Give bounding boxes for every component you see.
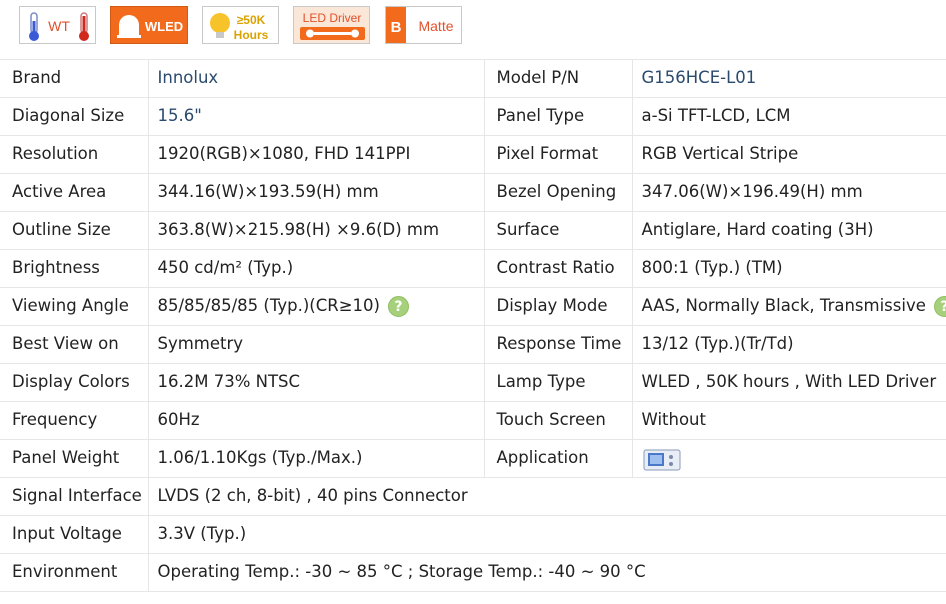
model-label: Model P/N — [484, 59, 633, 98]
best-view-label: Best View on — [0, 325, 149, 364]
outline-value: 363.8(W)×215.98(H) ×9.6(D) mm — [148, 211, 485, 250]
table-row: Best View on Symmetry Response Time 13/1… — [0, 325, 946, 364]
driver-text: LED Driver — [303, 11, 362, 25]
diagonal-label: Diagonal Size — [0, 97, 149, 136]
feature-badges: WT WLED ≥50K Hours LED Driver B Matte — [0, 0, 946, 59]
matte-letter: B — [391, 19, 402, 36]
contrast-value: 800:1 (Typ.) (TM) — [632, 249, 946, 288]
signal-interface-label: Signal Interface — [0, 477, 149, 516]
response-time-value: 13/12 (Typ.)(Tr/Td) — [632, 325, 946, 364]
table-row: Outline Size 363.8(W)×215.98(H) ×9.6(D) … — [0, 211, 946, 250]
outline-label: Outline Size — [0, 211, 149, 250]
table-row: Diagonal Size 15.6" Panel Type a-Si TFT-… — [0, 97, 946, 136]
surface-label: Surface — [484, 211, 633, 250]
viewing-angle-label: Viewing Angle — [0, 287, 149, 326]
hours-top-text: ≥50K — [237, 13, 266, 27]
active-area-label: Active Area — [0, 173, 149, 212]
active-area-value: 344.16(W)×193.59(H) mm — [148, 173, 485, 212]
light-bulb-icon: ≥50K Hours — [210, 13, 269, 42]
display-mode-value: AAS, Normally Black, Transmissive — [641, 296, 926, 315]
brand-label: Brand — [0, 59, 149, 98]
table-row: Resolution 1920(RGB)×1080, FHD 141PPI Pi… — [0, 135, 946, 174]
table-row: Environment Operating Temp.: -30 ~ 85 °C… — [0, 553, 946, 592]
brand-link[interactable]: Innolux — [158, 68, 219, 87]
environment-value: Operating Temp.: -30 ~ 85 °C ; Storage T… — [148, 553, 946, 592]
display-colors-label: Display Colors — [0, 363, 149, 402]
model-link[interactable]: G156HCE-L01 — [642, 68, 757, 87]
panel-weight-value: 1.06/1.10Kgs (Typ./Max.) — [148, 439, 485, 478]
panel-type-value: a-Si TFT-LCD, LCM — [632, 97, 946, 136]
brand-value[interactable]: Innolux — [148, 59, 485, 98]
table-row: Viewing Angle 85/85/85/85 (Typ.)(CR≥10)?… — [0, 287, 946, 326]
display-mode-label: Display Mode — [484, 287, 633, 326]
table-row: Brand Innolux Model P/N G156HCE-L01 — [0, 59, 946, 98]
input-voltage-label: Input Voltage — [0, 515, 149, 554]
lamp-type-label: Lamp Type — [484, 363, 633, 402]
wt-text: WT — [48, 18, 70, 34]
table-row: Signal Interface LVDS (2 ch, 8-bit) , 40… — [0, 477, 946, 516]
diagonal-value[interactable]: 15.6" — [148, 97, 485, 136]
hours-bottom-text: Hours — [234, 28, 269, 42]
touch-screen-value: Without — [632, 401, 946, 440]
response-time-label: Response Time — [484, 325, 633, 364]
lamp-type-value: WLED , 50K hours , With LED Driver — [632, 363, 946, 402]
panel-weight-label: Panel Weight — [0, 439, 149, 478]
thermometer-icon: WT — [29, 12, 89, 41]
wide-temperature-badge: WT — [19, 6, 96, 44]
matte-surface-badge: B Matte — [385, 6, 462, 44]
table-row: Display Colors 16.2M 73% NTSC Lamp Type … — [0, 363, 946, 402]
display-mode-help-icon[interactable]: ? — [933, 296, 946, 317]
application-cell — [632, 439, 946, 478]
pixel-format-value: RGB Vertical Stripe — [632, 135, 946, 174]
panel-type-label: Panel Type — [484, 97, 633, 136]
table-row: Panel Weight 1.06/1.10Kgs (Typ./Max.) Ap… — [0, 439, 946, 478]
viewing-angle-cell: 85/85/85/85 (Typ.)(CR≥10)? — [148, 287, 485, 326]
bezel-value: 347.06(W)×196.49(H) mm — [632, 173, 946, 212]
best-view-value: Symmetry — [148, 325, 485, 364]
model-value[interactable]: G156HCE-L01 — [632, 59, 946, 98]
driver-connector-icon: LED Driver — [300, 11, 365, 40]
matte-text: Matte — [418, 18, 453, 34]
lifetime-hours-badge: ≥50K Hours — [202, 6, 279, 44]
table-row: Active Area 344.16(W)×193.59(H) mm Bezel… — [0, 173, 946, 212]
brightness-label: Brightness — [0, 249, 149, 288]
table-row: Frequency 60Hz Touch Screen Without — [0, 401, 946, 440]
led-driver-badge: LED Driver — [293, 6, 370, 44]
wled-badge: WLED — [110, 6, 188, 44]
diagonal-link[interactable]: 15.6" — [158, 106, 202, 125]
viewing-angle-value: 85/85/85/85 (Typ.)(CR≥10) — [157, 296, 380, 315]
frequency-label: Frequency — [0, 401, 149, 440]
spec-table: Brand Innolux Model P/N G156HCE-L01 Diag… — [0, 59, 946, 592]
touch-screen-label: Touch Screen — [484, 401, 633, 440]
table-row: Brightness 450 cd/m² (Typ.) Contrast Rat… — [0, 249, 946, 288]
matte-icon: B Matte — [386, 7, 454, 43]
application-device-icon[interactable] — [642, 445, 682, 473]
input-voltage-value: 3.3V (Typ.) — [148, 515, 946, 554]
application-label: Application — [484, 439, 633, 478]
bezel-label: Bezel Opening — [484, 173, 633, 212]
environment-label: Environment — [0, 553, 149, 592]
surface-value: Antiglare, Hard coating (3H) — [632, 211, 946, 250]
table-row: Input Voltage 3.3V (Typ.) — [0, 515, 946, 554]
frequency-value: 60Hz — [148, 401, 485, 440]
pixel-format-label: Pixel Format — [484, 135, 633, 174]
resolution-label: Resolution — [0, 135, 149, 174]
wled-text: WLED — [145, 19, 183, 34]
viewing-angle-help-icon[interactable]: ? — [387, 296, 409, 317]
display-mode-cell: AAS, Normally Black, Transmissive? — [632, 287, 946, 326]
contrast-label: Contrast Ratio — [484, 249, 633, 288]
resolution-value: 1920(RGB)×1080, FHD 141PPI — [148, 135, 485, 174]
signal-interface-value: LVDS (2 ch, 8-bit) , 40 pins Connector — [148, 477, 946, 516]
led-bulb-icon: WLED — [117, 15, 183, 38]
display-colors-value: 16.2M 73% NTSC — [148, 363, 485, 402]
brightness-value: 450 cd/m² (Typ.) — [148, 249, 485, 288]
